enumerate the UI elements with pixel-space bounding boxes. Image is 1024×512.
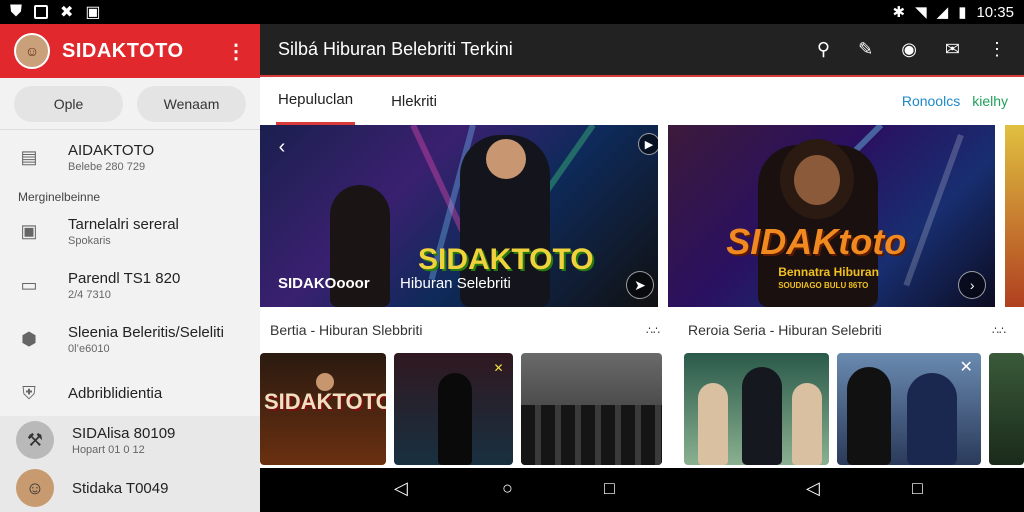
- drawer-header: ☺ SIDAKTOTO ⋮: [0, 24, 260, 78]
- tab-other[interactable]: Hlekriti: [389, 79, 439, 124]
- close-icon[interactable]: ✕: [959, 357, 972, 377]
- thumb-2[interactable]: ✕: [393, 353, 514, 465]
- hero-logo: SIDAKtoto: [726, 221, 907, 262]
- drawer-item-1[interactable]: ▣ Tarnelalri sereral Spokaris: [0, 204, 260, 258]
- pill-button-2[interactable]: Wenaam: [137, 85, 246, 122]
- hero-sub-2: SOUDIAGO BULU 86TO: [778, 281, 869, 290]
- location-icon: ⬢: [21, 328, 37, 349]
- navigation-drawer: ☺ SIDAKTOTO ⋮ Ople Wenaam ▤ AIDAKTOTO Be…: [0, 24, 260, 512]
- back-arrow-icon[interactable]: ‹: [268, 133, 296, 161]
- shield-status-icon: ⛊: [10, 3, 23, 20]
- drawer-person-2[interactable]: ☺ Stidaka T0049: [0, 464, 260, 512]
- thumb-5[interactable]: ✕: [837, 353, 981, 465]
- thumb-logo: SIDAKTOTO: [264, 389, 386, 414]
- drawer-brand: SIDAKTOTO: [62, 39, 184, 62]
- drawer-person-1[interactable]: ⚒ SIDAlisa 80109 Hopart 01 0 12: [0, 416, 260, 464]
- link-b[interactable]: kielhy: [972, 93, 1008, 109]
- next-arrow-icon[interactable]: ›: [958, 271, 987, 299]
- hero-caption-2: Hiburan Selebriti: [400, 275, 511, 292]
- document-icon: ▤: [20, 146, 38, 167]
- bag-status-icon: ▣: [85, 4, 101, 21]
- user-avatar[interactable]: ☺: [14, 33, 50, 69]
- person-title: Stidaka T0049: [72, 479, 169, 497]
- drawer-item-sub: Spokaris: [68, 234, 111, 247]
- tab-bar: Hepuluclan Hlekriti Ronoolcs kielhy: [260, 77, 1024, 125]
- rows-header: Bertia - Hiburan Slebbriti ∴∴ Reroia Ser…: [260, 307, 1024, 353]
- drawer-item-primary[interactable]: ▤ AIDAKTOTO Belebe 280 729: [0, 130, 260, 184]
- hero-card-1[interactable]: ‹ ▶ SIDAKTOTO SIDAKOooor Hiburan Selebri…: [260, 125, 659, 307]
- wifi-icon: ◥: [915, 4, 927, 21]
- drawer-pills: Ople Wenaam: [0, 78, 260, 130]
- pill-button-1[interactable]: Ople: [14, 85, 123, 122]
- drawer-item-sub: 2/4 7310: [68, 288, 111, 301]
- nav-home-icon[interactable]: ○: [502, 478, 513, 499]
- status-bar: ⛊ ✖ ▣ ✱ ◥ ◢ ▮ 10:35: [0, 0, 1024, 24]
- image-status-icon: [34, 5, 49, 19]
- nav-recents-icon[interactable]: □: [604, 478, 615, 499]
- top-app-bar: Silbá Hiburan Belebriti Terkini ⚲ ✎ ◉ ✉ …: [260, 24, 1024, 77]
- drawer-item-title: Sleenia Beleritis/Seleliti: [68, 323, 224, 341]
- row-title-text: Bertia - Hiburan Slebbriti: [270, 322, 423, 338]
- thumb-4[interactable]: [684, 353, 830, 465]
- row-more-icon[interactable]: ∴∴: [992, 324, 1006, 337]
- row-more-icon[interactable]: ∴∴: [646, 324, 660, 337]
- row-title-text: Reroia Seria - Hiburan Selebriti: [688, 322, 882, 338]
- more-icon[interactable]: ⋮: [988, 39, 1006, 60]
- thumbnail-row: SIDAKTOTO ✕ ✕: [260, 353, 1024, 465]
- drawer-item-4[interactable]: ⛨ Adbriblidientia: [0, 366, 260, 420]
- close-status-icon: ✖: [60, 4, 74, 21]
- link-a[interactable]: Ronoolcs: [902, 93, 960, 109]
- signal-icon: ◢: [936, 4, 949, 21]
- chat-icon[interactable]: ✉: [945, 39, 960, 60]
- drawer-item-2[interactable]: ▭ Parendl TS1 820 2/4 7310: [0, 258, 260, 312]
- tab-active[interactable]: Hepuluclan: [276, 77, 356, 125]
- thumb-3[interactable]: [521, 353, 663, 465]
- bluetooth-icon: ✱: [892, 4, 906, 21]
- drawer-menu-icon[interactable]: ⋮: [226, 39, 246, 64]
- drawer-item-title: Parendl TS1 820: [68, 269, 181, 287]
- nav-back-icon[interactable]: ◁: [394, 478, 408, 499]
- card-icon: ▭: [20, 274, 38, 295]
- search-icon[interactable]: ⚲: [817, 39, 830, 60]
- row-title-2: Reroia Seria - Hiburan Selebriti ∴∴: [670, 322, 1024, 338]
- drawer-item-sub: Belebe 280 729: [68, 160, 146, 173]
- drawer-item-title: Tarnelalri sereral: [68, 215, 179, 233]
- thumb-6-peek[interactable]: [988, 353, 1024, 465]
- hero-card-3-peek[interactable]: [1004, 125, 1024, 307]
- drawer-item-3[interactable]: ⬢ Sleenia Beleritis/Seleliti 0l’e6010: [0, 312, 260, 366]
- battery-icon: ▮: [958, 4, 967, 21]
- shield-check-icon: ⛨: [22, 382, 36, 403]
- drawer-item-title: AIDAKTOTO: [68, 141, 155, 159]
- drawer-people: ⚒ SIDAlisa 80109 Hopart 01 0 12 ☺ Stidak…: [0, 416, 260, 512]
- notification-icon[interactable]: ✎: [858, 39, 873, 60]
- hero-sub-1: Bennatra Hiburan: [778, 265, 879, 279]
- row-title-1: Bertia - Hiburan Slebbriti ∴∴: [260, 322, 670, 338]
- person-title: SIDAlisa 80109: [72, 424, 176, 442]
- hero-caption: SIDAKOooor: [278, 275, 370, 292]
- bag-icon: ▣: [20, 220, 38, 241]
- nav-recents-icon-2[interactable]: □: [912, 478, 923, 499]
- drawer-item-sub: 0l’e6010: [68, 342, 110, 355]
- nav-back-icon-2[interactable]: ◁: [806, 478, 820, 499]
- play-small-icon[interactable]: ▶: [638, 133, 659, 155]
- compass-icon[interactable]: ◉: [901, 39, 917, 60]
- hero-card-2[interactable]: SIDAKtoto Bennatra Hiburan SOUDIAGO BULU…: [668, 125, 995, 307]
- page-title: Silbá Hiburan Belebriti Terkini: [278, 39, 513, 59]
- system-nav-bar: ◁ ○ □ ◁ □: [260, 468, 1024, 512]
- clock: 10:35: [976, 3, 1014, 21]
- thumb-1[interactable]: SIDAKTOTO: [260, 353, 386, 465]
- forward-icon[interactable]: ➤: [626, 271, 654, 299]
- person-sub: Hopart 01 0 12: [72, 443, 145, 456]
- hero-carousel: ‹ ▶ SIDAKTOTO SIDAKOooor Hiburan Selebri…: [260, 125, 1024, 307]
- drawer-item-title: Adbriblidientia: [68, 384, 163, 402]
- person-avatar: ☺: [16, 469, 54, 507]
- main-content: Silbá Hiburan Belebriti Terkini ⚲ ✎ ◉ ✉ …: [260, 24, 1024, 468]
- hero-logo: SIDAKTOTO: [418, 243, 594, 276]
- drawer-section-label: Merginelbeinne: [18, 190, 101, 204]
- hammer-avatar-icon: ⚒: [16, 421, 54, 459]
